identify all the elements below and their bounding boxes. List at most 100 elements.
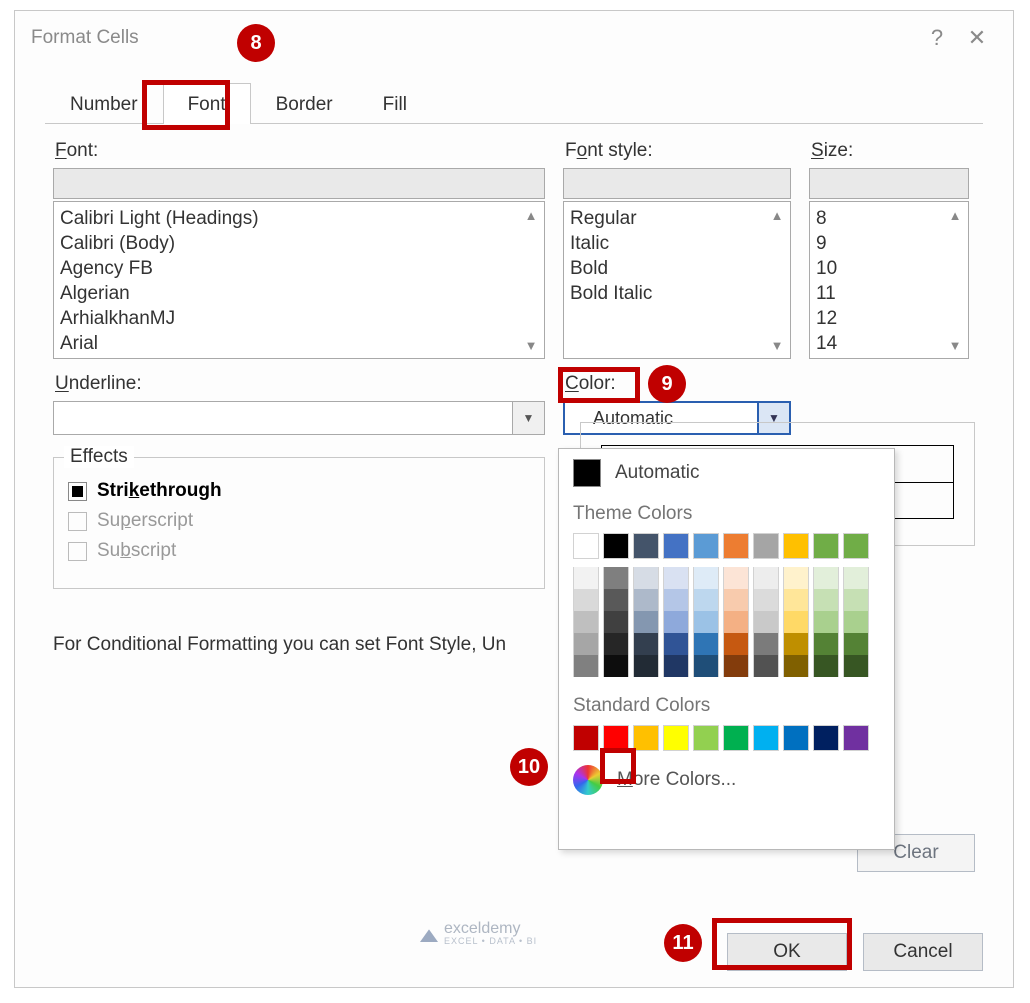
- list-item[interactable]: Bold: [570, 256, 784, 281]
- tab-fill[interactable]: Fill: [358, 83, 432, 124]
- color-swatch[interactable]: [723, 633, 749, 655]
- color-swatch[interactable]: [693, 655, 719, 677]
- list-item[interactable]: Calibri Light (Headings): [60, 206, 538, 231]
- color-swatch[interactable]: [843, 611, 869, 633]
- color-swatch[interactable]: [663, 589, 689, 611]
- color-swatch[interactable]: [633, 611, 659, 633]
- more-colors-row[interactable]: More Colors...: [559, 751, 894, 795]
- color-swatch[interactable]: [663, 567, 689, 589]
- color-swatch[interactable]: [843, 533, 869, 559]
- color-swatch[interactable]: [783, 589, 809, 611]
- help-icon[interactable]: ?: [917, 25, 957, 51]
- chevron-up-icon[interactable]: ▲: [520, 204, 542, 226]
- color-swatch[interactable]: [603, 633, 629, 655]
- color-swatch[interactable]: [603, 611, 629, 633]
- list-item[interactable]: 10: [816, 256, 962, 281]
- list-item[interactable]: 9: [816, 231, 962, 256]
- color-swatch[interactable]: [843, 655, 869, 677]
- color-swatch[interactable]: [813, 533, 839, 559]
- color-swatch[interactable]: [573, 725, 599, 751]
- color-swatch[interactable]: [753, 589, 779, 611]
- color-swatch[interactable]: [693, 633, 719, 655]
- chevron-down-icon[interactable]: ▼: [766, 334, 788, 356]
- color-swatch[interactable]: [633, 725, 659, 751]
- chevron-up-icon[interactable]: ▲: [766, 204, 788, 226]
- color-swatch[interactable]: [723, 611, 749, 633]
- color-swatch[interactable]: [663, 633, 689, 655]
- color-swatch[interactable]: [723, 725, 749, 751]
- color-swatch[interactable]: [843, 725, 869, 751]
- chevron-down-icon[interactable]: ▼: [512, 402, 544, 434]
- color-swatch[interactable]: [573, 633, 599, 655]
- color-swatch[interactable]: [723, 655, 749, 677]
- color-swatch[interactable]: [753, 611, 779, 633]
- color-swatch[interactable]: [663, 655, 689, 677]
- color-swatch[interactable]: [753, 725, 779, 751]
- color-swatch[interactable]: [843, 567, 869, 589]
- color-swatch[interactable]: [693, 533, 719, 559]
- color-swatch[interactable]: [813, 633, 839, 655]
- font-style-input[interactable]: [563, 168, 791, 199]
- color-swatch[interactable]: [723, 589, 749, 611]
- color-swatch[interactable]: [693, 725, 719, 751]
- list-item[interactable]: Regular: [570, 206, 784, 231]
- color-swatch[interactable]: [753, 655, 779, 677]
- list-item[interactable]: Arial: [60, 331, 538, 356]
- list-item[interactable]: Algerian: [60, 281, 538, 306]
- close-icon[interactable]: ✕: [957, 25, 997, 51]
- list-item[interactable]: 8: [816, 206, 962, 231]
- font-style-list[interactable]: Regular Italic Bold Bold Italic ▲ ▼: [563, 201, 791, 359]
- color-swatch[interactable]: [753, 567, 779, 589]
- color-swatch[interactable]: [813, 589, 839, 611]
- automatic-color-row[interactable]: Automatic: [559, 449, 894, 497]
- color-swatch[interactable]: [693, 567, 719, 589]
- font-list[interactable]: Calibri Light (Headings) Calibri (Body) …: [53, 201, 545, 359]
- color-swatch[interactable]: [693, 611, 719, 633]
- color-swatch[interactable]: [843, 633, 869, 655]
- color-swatch[interactable]: [603, 655, 629, 677]
- tab-border[interactable]: Border: [251, 83, 358, 124]
- list-item[interactable]: 14: [816, 331, 962, 356]
- ok-button[interactable]: OK: [727, 933, 847, 971]
- color-swatch[interactable]: [573, 533, 599, 559]
- color-swatch[interactable]: [603, 567, 629, 589]
- color-swatch[interactable]: [633, 655, 659, 677]
- list-item[interactable]: Bold Italic: [570, 281, 784, 306]
- color-swatch[interactable]: [843, 589, 869, 611]
- color-swatch[interactable]: [723, 533, 749, 559]
- list-item[interactable]: 11: [816, 281, 962, 306]
- chevron-down-icon[interactable]: ▼: [944, 334, 966, 356]
- color-swatch[interactable]: [783, 533, 809, 559]
- size-input[interactable]: [809, 168, 969, 199]
- color-swatch[interactable]: [693, 589, 719, 611]
- color-swatch[interactable]: [633, 589, 659, 611]
- font-input[interactable]: [53, 168, 545, 199]
- color-swatch[interactable]: [813, 655, 839, 677]
- color-swatch[interactable]: [783, 633, 809, 655]
- color-swatch[interactable]: [603, 725, 629, 751]
- size-list[interactable]: 8 9 10 11 12 14 ▲ ▼: [809, 201, 969, 359]
- chevron-up-icon[interactable]: ▲: [944, 204, 966, 226]
- color-swatch[interactable]: [813, 611, 839, 633]
- color-swatch[interactable]: [783, 725, 809, 751]
- color-swatch[interactable]: [633, 567, 659, 589]
- color-swatch[interactable]: [663, 533, 689, 559]
- list-item[interactable]: Calibri (Body): [60, 231, 538, 256]
- color-swatch[interactable]: [573, 611, 599, 633]
- tab-number[interactable]: Number: [45, 83, 163, 124]
- list-item[interactable]: Italic: [570, 231, 784, 256]
- list-item[interactable]: 12: [816, 306, 962, 331]
- color-swatch[interactable]: [633, 633, 659, 655]
- color-swatch[interactable]: [603, 533, 629, 559]
- list-item[interactable]: ArhialkhanMJ: [60, 306, 538, 331]
- color-swatch[interactable]: [573, 567, 599, 589]
- color-swatch[interactable]: [813, 567, 839, 589]
- color-swatch[interactable]: [783, 611, 809, 633]
- color-swatch[interactable]: [783, 567, 809, 589]
- color-swatch[interactable]: [573, 589, 599, 611]
- color-swatch[interactable]: [813, 725, 839, 751]
- color-swatch[interactable]: [663, 611, 689, 633]
- list-item[interactable]: Agency FB: [60, 256, 538, 281]
- strikethrough-checkbox[interactable]: Strikethrough: [68, 480, 530, 502]
- color-swatch[interactable]: [663, 725, 689, 751]
